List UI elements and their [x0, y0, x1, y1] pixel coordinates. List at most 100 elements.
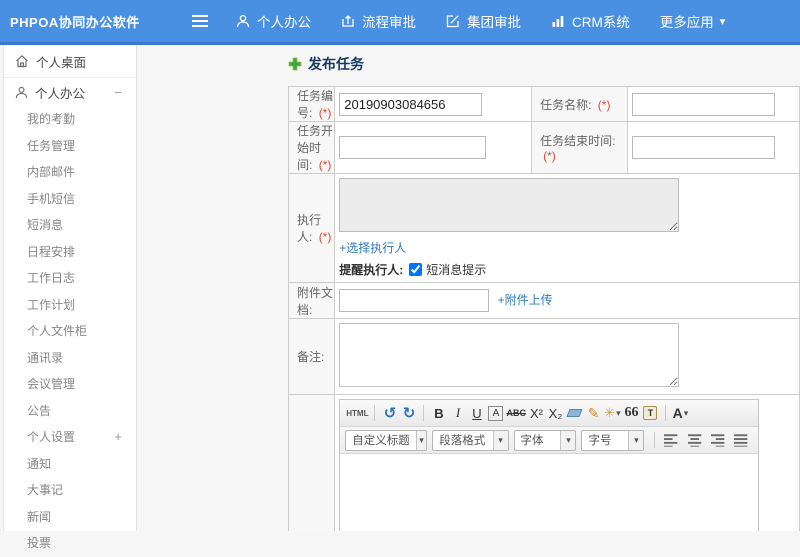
editor-content-area[interactable] — [340, 454, 758, 531]
nav-more-apps[interactable]: 更多应用 ▾ — [660, 11, 726, 31]
nav-personal-office[interactable]: 个人办公 — [236, 11, 311, 31]
format-brush-icon[interactable]: ✎ — [585, 403, 602, 423]
sidebar-item-address-book[interactable]: 通讯录 — [4, 345, 136, 372]
caret-down-icon: ▾ — [720, 15, 726, 28]
field-label: 执行人: — [297, 213, 321, 244]
field-label: 备注: — [297, 350, 324, 364]
paragraph-format-select[interactable]: 段落格式 ▾ — [432, 430, 508, 451]
sidebar-item-personal-file-cabinet[interactable]: 个人文件柜 — [4, 318, 136, 345]
user-icon — [236, 14, 250, 28]
required-marker: (*) — [319, 230, 332, 244]
sidebar-item-label: 个人设置 — [27, 430, 75, 444]
required-marker: (*) — [543, 149, 556, 163]
italic-button[interactable]: I — [449, 403, 466, 423]
editor-toolbar-row2: 自定义标题 ▾ 段落格式 ▾ 字体 ▾ 字号 ▾ — [340, 427, 758, 454]
sidebar-item-vote[interactable]: 投票 — [4, 530, 136, 557]
sidebar-item-news[interactable]: 新闻 — [4, 504, 136, 531]
nav-label: 个人办公 — [257, 11, 311, 31]
nav-group-approval[interactable]: 集团审批 — [446, 11, 521, 31]
sidebar-item-announcement[interactable]: 公告 — [4, 398, 136, 425]
end-time-input[interactable] — [632, 136, 775, 159]
task-no-label-cell: 任务编号: (*) — [289, 87, 335, 122]
sidebar-item-label: 个人办公 — [35, 83, 85, 102]
nav-label: CRM系统 — [572, 11, 630, 31]
caret-down-icon: ▾ — [628, 431, 643, 450]
attachment-label-cell: 附件文档: — [289, 283, 335, 319]
nav-workflow-approval[interactable]: 流程审批 — [341, 11, 416, 31]
menu-toggle-icon[interactable] — [192, 15, 210, 27]
align-justify-icon[interactable] — [734, 433, 749, 447]
caret-down-icon: ▾ — [493, 431, 508, 450]
sidebar-item-personal-settings[interactable]: 个人设置 + — [4, 424, 136, 451]
add-plus-icon — [288, 57, 302, 71]
caret-down-icon: ▾ — [416, 431, 426, 450]
undo-icon[interactable]: ↺ — [381, 403, 398, 423]
field-label: 任务名称: — [540, 98, 591, 112]
bold-button[interactable]: B — [430, 403, 447, 423]
top-header: PHPOA协同办公软件 个人办公 流程审批 集团审批 CRM系统 — [0, 0, 800, 45]
rich-text-editor: HTML ↺ ↻ B I U A ABC X² X₂ ✎ — [339, 399, 759, 531]
superscript-button[interactable]: X² — [528, 403, 545, 423]
expand-plus-icon[interactable]: + — [114, 424, 122, 451]
sidebar-item-work-log[interactable]: 工作日志 — [4, 265, 136, 292]
task-name-label-cell: 任务名称: (*) — [532, 87, 628, 122]
nav-label: 更多应用 — [660, 11, 714, 31]
remind-executor-label: 提醒执行人: — [339, 261, 403, 278]
choose-executor-link[interactable]: +选择执行人 — [339, 241, 406, 255]
underline-button[interactable]: U — [468, 403, 485, 423]
required-marker: (*) — [598, 98, 611, 112]
collapse-minus-icon[interactable]: − — [114, 85, 122, 100]
field-label: 任务结束时间: — [540, 134, 615, 148]
font-color-button[interactable]: A▾ — [672, 403, 689, 423]
blockquote-button[interactable]: 66 — [623, 403, 640, 423]
sidebar-item-work-plan[interactable]: 工作计划 — [4, 292, 136, 319]
html-source-button[interactable]: HTML — [346, 403, 368, 423]
top-nav: 个人办公 流程审批 集团审批 CRM系统 更多应用 ▾ — [236, 11, 755, 31]
home-icon — [15, 54, 29, 68]
sms-remind-checkbox[interactable] — [409, 263, 422, 276]
executor-label-cell: 执行人: (*) — [289, 174, 335, 283]
start-time-input[interactable] — [339, 136, 486, 159]
remark-textarea[interactable] — [339, 323, 679, 387]
executor-textarea[interactable] — [339, 178, 679, 232]
nav-label: 集团审批 — [467, 11, 521, 31]
attachment-upload-link[interactable]: +附件上传 — [498, 293, 553, 307]
edit-icon — [446, 14, 460, 28]
custom-title-select[interactable]: 自定义标题 ▾ — [345, 430, 427, 451]
sidebar-item-task-management[interactable]: 任务管理 — [4, 133, 136, 160]
remark-label-cell: 备注: — [289, 319, 335, 395]
strikethrough-button[interactable]: ABC — [506, 403, 526, 423]
app-logo: PHPOA协同办公软件 — [0, 12, 140, 31]
subscript-button[interactable]: X₂ — [547, 403, 564, 423]
required-marker: (*) — [319, 158, 332, 172]
main-content: 发布任务 任务编号: (*) 任务名称: (*) 任务开始时间: — [139, 45, 800, 531]
sidebar-item-personal-desktop[interactable]: 个人桌面 — [4, 45, 136, 78]
font-background-button[interactable]: A — [487, 403, 504, 423]
auto-format-icon[interactable]: ✳▾ — [604, 403, 621, 423]
sidebar-item-mobile-sms[interactable]: 手机短信 — [4, 186, 136, 213]
required-marker: (*) — [319, 106, 332, 120]
font-family-select[interactable]: 字体 ▾ — [514, 430, 577, 451]
sidebar-item-my-attendance[interactable]: 我的考勤 — [4, 106, 136, 133]
sidebar-item-label: 个人桌面 — [36, 52, 86, 71]
page-title: 发布任务 — [288, 54, 364, 74]
font-size-select[interactable]: 字号 ▾ — [581, 430, 644, 451]
task-no-input[interactable] — [339, 93, 482, 116]
eraser-icon[interactable] — [566, 403, 583, 423]
sidebar-item-short-message[interactable]: 短消息 — [4, 212, 136, 239]
sidebar-item-notice[interactable]: 通知 — [4, 451, 136, 478]
sidebar-item-major-events[interactable]: 大事记 — [4, 477, 136, 504]
sidebar-item-internal-mail[interactable]: 内部邮件 — [4, 159, 136, 186]
align-center-icon[interactable] — [688, 433, 703, 447]
sidebar-item-schedule[interactable]: 日程安排 — [4, 239, 136, 266]
redo-icon[interactable]: ↻ — [400, 403, 417, 423]
task-name-input[interactable] — [632, 93, 775, 116]
description-label-cell: 任务描述: (*) — [289, 395, 335, 532]
nav-crm-system[interactable]: CRM系统 — [551, 11, 630, 31]
align-left-icon[interactable] — [664, 433, 679, 447]
paste-text-icon[interactable]: T — [642, 403, 659, 423]
align-right-icon[interactable] — [711, 433, 726, 447]
attachment-input[interactable] — [339, 289, 489, 312]
sidebar-item-personal-office[interactable]: 个人办公 − — [4, 78, 136, 106]
sidebar-item-meeting-management[interactable]: 会议管理 — [4, 371, 136, 398]
